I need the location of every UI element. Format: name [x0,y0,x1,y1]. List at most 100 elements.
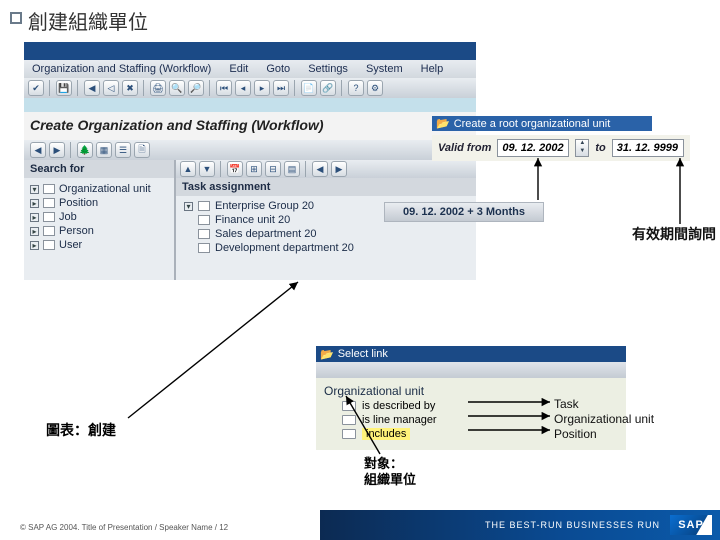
window-titlebar [24,42,476,60]
last-page-icon[interactable]: ⏭ [273,80,289,96]
cancel-icon[interactable]: ✖ [122,80,138,96]
job-icon [43,212,55,222]
expand-icon[interactable]: ▾ [30,185,39,194]
tree-label: Person [59,225,94,237]
folder-icon [198,229,210,239]
sap-logo: SAP [670,515,712,535]
search-panel: Search for ▾Organizational unit ▸Positio… [24,160,176,280]
nav-left2-icon[interactable]: ◀ [312,161,328,177]
object-l1: 對象： [364,456,416,472]
nav-left-icon[interactable]: ◀ [30,142,46,158]
date-range-band[interactable]: 09. 12. 2002 + 3 Months [384,202,544,222]
expand-icon[interactable]: ▾ [184,202,193,211]
menu-settings[interactable]: Settings [308,63,348,75]
task-item[interactable]: Sales department 20 [184,227,468,241]
relation-targets: Task Organizational unit Position [554,397,654,442]
banner-text: Create a root organizational unit [454,118,611,130]
validity-row: Valid from 09. 12. 2002 ▲▼ to 31. 12. 99… [432,135,690,161]
tree-item-person[interactable]: ▸ Person [30,224,168,238]
slide-title: 創建組織單位 [28,6,148,35]
tree-item-user[interactable]: ▸ User [30,238,168,252]
valid-from-field[interactable]: 09. 12. 2002 [497,139,569,157]
menubar: Organization and Staffing (Workflow) Edi… [24,60,476,78]
tree-item-position[interactable]: ▸Position [30,196,168,210]
save-icon[interactable]: 💾 [56,80,72,96]
object-callout: 對象： 組織單位 [364,456,416,488]
date-spinner[interactable]: ▲▼ [575,139,589,157]
application-toolbar: ✔ 💾 ◀ ◁ ✖ 🖨 🔍 🔎 ⏮ ◂ ▸ ⏭ 📄 🔗 ? ⚙ [24,78,476,98]
menu-system[interactable]: System [366,63,403,75]
expand-icon[interactable]: ▸ [30,213,39,222]
tree-item-org-unit[interactable]: ▾Organizational unit [30,182,168,196]
doc-icon[interactable]: 🗎 [134,142,150,158]
expand-icon[interactable]: ▸ [30,241,39,250]
menu-goto[interactable]: Goto [266,63,290,75]
folder-icon [198,243,210,253]
slide-bullet [10,12,22,24]
calendar-icon[interactable]: 📅 [227,161,243,177]
valid-to-field[interactable]: 31. 12. 9999 [612,139,684,157]
app-icon [28,45,40,57]
task-label: Sales department 20 [215,228,317,240]
relation-icon [342,429,356,439]
valid-to-label: to [595,142,605,154]
relation-icon [342,401,356,411]
relation-icon [342,415,356,425]
valid-from-label: Valid from [438,142,491,154]
menu-help[interactable]: Help [421,63,444,75]
select-link-title: Select link [338,348,388,360]
find-icon[interactable]: 🔍 [169,80,185,96]
menu-edit[interactable]: Edit [229,63,248,75]
exit-icon[interactable]: ◁ [103,80,119,96]
figure-caption: 圖表：創建 [46,420,116,440]
folder-open-icon: 📂 [436,117,450,130]
object-l2: 組織單位 [364,472,416,488]
folder-icon [198,215,210,225]
menu-org-staffing[interactable]: Organization and Staffing (Workflow) [32,63,211,75]
link-label-highlight: includes [362,428,410,440]
task-label: Development department 20 [215,242,354,254]
expand-all-icon[interactable]: ⊞ [246,161,262,177]
task-heading: Task assignment [176,178,476,196]
page-title: Create Organization and Staffing (Workfl… [30,117,324,133]
nav-right-icon[interactable]: ▶ [49,142,65,158]
secondary-toolbar: ◀ ▶ 🌲 ▦ ☰ 🗎 [24,140,476,160]
tree-icon[interactable]: 🌲 [77,142,93,158]
prev-page-icon[interactable]: ◂ [235,80,251,96]
callout-validity: 有效期間詢問 [632,224,716,244]
org-icon[interactable]: ▦ [96,142,112,158]
collapse-all-icon[interactable]: ⊟ [265,161,281,177]
expand-icon[interactable]: ▸ [30,199,39,208]
assignment-toolbar: ▲ ▼ 📅 ⊞ ⊟ ▤ ◀ ▶ [176,160,476,178]
sap-window: Organization and Staffing (Workflow) Edi… [24,42,476,280]
select-link-section: Organizational unit [324,384,618,398]
task-item[interactable]: Development department 20 [184,241,468,255]
up-icon[interactable]: ▲ [180,161,196,177]
tree-item-job[interactable]: ▸ Job [30,210,168,224]
tree-label: User [59,239,82,251]
select-link-toolbar [316,362,626,378]
nav-right2-icon[interactable]: ▶ [331,161,347,177]
copyright: © SAP AG 2004. Title of Presentation / S… [20,523,228,532]
down-icon[interactable]: ▼ [199,161,215,177]
link-label: is line manager [362,414,437,426]
find-next-icon[interactable]: 🔎 [188,80,204,96]
search-tree: ▾Organizational unit ▸Position ▸ Job ▸ Per… [24,178,174,256]
help-icon[interactable]: ? [348,80,364,96]
expand-icon[interactable]: ▸ [30,227,39,236]
layout-icon[interactable]: ⚙ [367,80,383,96]
tree-label: Job [59,211,77,223]
link-label: is described by [362,400,435,412]
back-icon[interactable]: ◀ [84,80,100,96]
create-session-icon[interactable]: 📄 [301,80,317,96]
first-page-icon[interactable]: ⏮ [216,80,232,96]
print-icon[interactable]: 🖨 [150,80,166,96]
enter-icon[interactable]: ✔ [28,80,44,96]
list-icon[interactable]: ☰ [115,142,131,158]
columns-icon[interactable]: ▤ [284,161,300,177]
next-page-icon[interactable]: ▸ [254,80,270,96]
task-label: Finance unit 20 [215,214,290,226]
shortcut-icon[interactable]: 🔗 [320,80,336,96]
select-link-titlebar: 📂 Select link [316,346,626,362]
search-heading: Search for [24,160,174,178]
